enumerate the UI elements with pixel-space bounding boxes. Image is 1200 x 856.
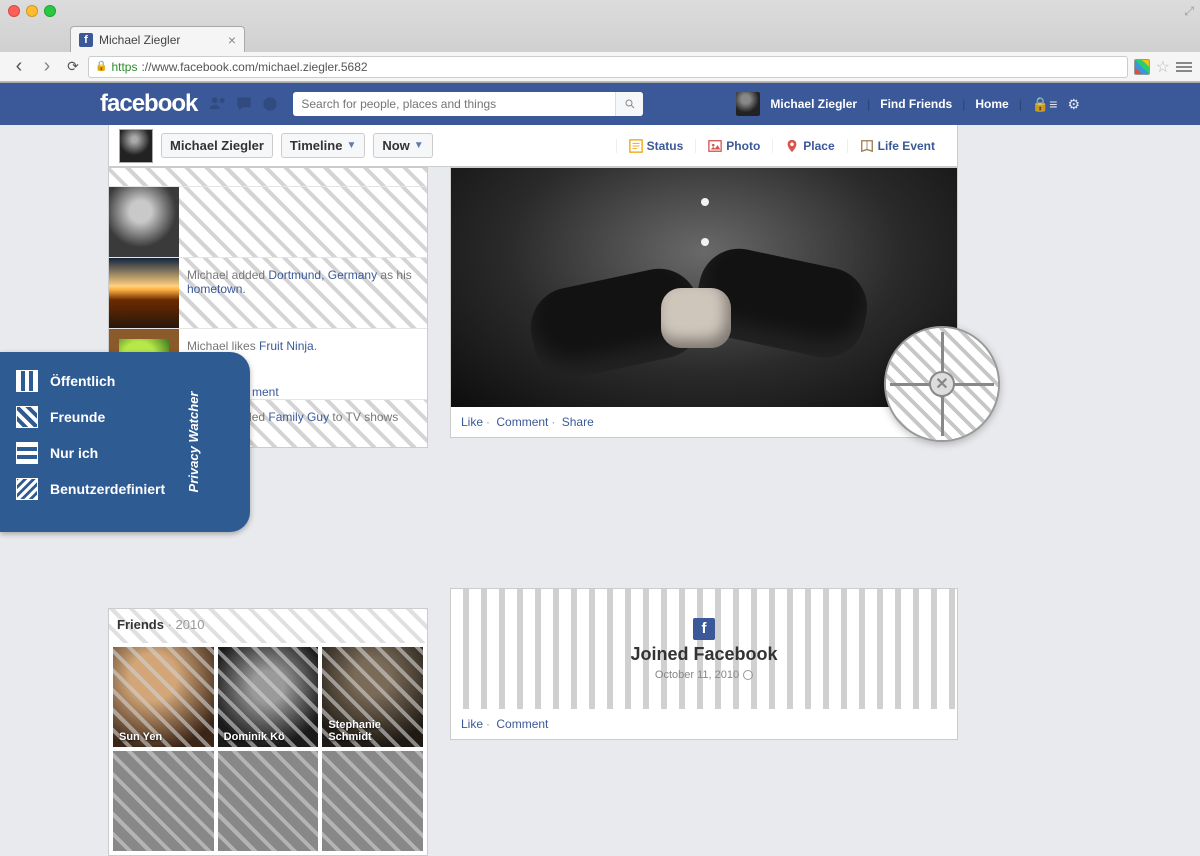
activity-header-stripes: [109, 168, 427, 186]
window-titlebar: ⤢: [0, 0, 1200, 22]
caret-down-icon: ▼: [346, 140, 356, 151]
header-nav: Michael Ziegler | Find Friends | Home | …: [736, 92, 1200, 116]
caret-down-icon: ▼: [414, 140, 424, 151]
story-thumb: [109, 187, 179, 257]
search-button[interactable]: [615, 92, 643, 116]
privacy-option-custom[interactable]: Benutzerdefiniert: [16, 478, 234, 500]
notifications-icon[interactable]: [260, 94, 280, 114]
story-thumb: [109, 258, 179, 328]
header-avatar[interactable]: [736, 92, 760, 116]
privacy-watcher-tab-label: Privacy Watcher: [186, 392, 201, 493]
composer-life-event[interactable]: Life Event: [847, 139, 947, 153]
story-text: Michael added Dortmund, Germany as his h…: [179, 258, 427, 328]
privacy-watcher-panel[interactable]: Öffentlich Freunde Nur ich Benutzerdefin…: [0, 352, 250, 532]
tab-title: Michael Ziegler: [99, 33, 180, 47]
like-link[interactable]: Like: [461, 415, 483, 429]
hidden-text-fragment: ment: [252, 385, 279, 399]
extension-fpw-icon[interactable]: [1134, 59, 1150, 75]
only-me-stripe-icon: [16, 442, 38, 464]
url-path: ://www.facebook.com/michael.ziegler.5682: [141, 60, 367, 74]
custom-stripe-icon: [16, 478, 38, 500]
privacy-option-public[interactable]: Öffentlich: [16, 370, 234, 392]
facebook-header: facebook Michael Ziegler | Find Friends …: [0, 83, 1200, 125]
bookmark-star-icon[interactable]: ☆: [1156, 57, 1170, 77]
comment-link[interactable]: Comment: [496, 415, 548, 429]
find-friends-link[interactable]: Find Friends: [880, 97, 952, 111]
profile-bar: Michael Ziegler Timeline▼ Now▼ Status Ph…: [108, 125, 958, 167]
lock-icon: 🔒: [95, 61, 107, 72]
window-zoom-icon[interactable]: [44, 5, 56, 17]
expand-icon[interactable]: ⤢: [1184, 4, 1194, 19]
cover-photo[interactable]: [451, 168, 957, 407]
activity-story-photo[interactable]: [109, 186, 427, 257]
facebook-logo[interactable]: facebook: [100, 90, 197, 118]
post-actions: Like· Comment: [451, 709, 957, 739]
reload-button-icon[interactable]: ⟳: [64, 58, 82, 75]
joined-facebook-card: f Joined Facebook October 11, 2010 Like·…: [450, 588, 958, 740]
tab-strip: f Michael Ziegler ×: [0, 22, 1200, 52]
profile-name-button[interactable]: Michael Ziegler: [161, 133, 273, 158]
tab-close-icon[interactable]: ×: [228, 32, 236, 48]
comment-link[interactable]: Comment: [496, 717, 548, 731]
facebook-square-icon: f: [693, 618, 715, 640]
friend-item[interactable]: [322, 751, 423, 851]
friend-item[interactable]: Sun Yen: [113, 647, 214, 747]
url-scheme: https: [111, 60, 137, 74]
friend-item[interactable]: Stephanie Schmidt: [322, 647, 423, 747]
composer-place[interactable]: Place: [772, 139, 846, 153]
privacy-option-only-me[interactable]: Nur ich: [16, 442, 234, 464]
joined-title: Joined Facebook: [630, 644, 777, 665]
timeline-dropdown[interactable]: Timeline▼: [281, 133, 365, 158]
globe-icon: [743, 670, 753, 680]
activity-story-hometown[interactable]: Michael added Dortmund, Germany as his h…: [109, 257, 427, 328]
facebook-favicon-icon: f: [79, 33, 93, 47]
browser-tab[interactable]: f Michael Ziegler ×: [70, 26, 245, 52]
chrome-menu-icon[interactable]: [1176, 62, 1192, 72]
home-link[interactable]: Home: [975, 97, 1008, 111]
friends-stripe-icon: [16, 406, 38, 428]
share-link[interactable]: Share: [562, 415, 594, 429]
post-actions: Like· Comment· Share: [451, 407, 957, 437]
cover-photo-card: Like· Comment· Share: [450, 167, 958, 438]
messages-icon[interactable]: [234, 94, 254, 114]
toolbar: ‹ › ⟳ 🔒 https ://www.facebook.com/michael…: [0, 52, 1200, 82]
joined-date: October 11, 2010: [655, 669, 753, 681]
header-profile-link[interactable]: Michael Ziegler: [770, 97, 857, 111]
privacy-crosshair-badge[interactable]: ✕: [884, 326, 1000, 442]
privacy-option-friends[interactable]: Freunde: [16, 406, 234, 428]
story-text: [179, 187, 427, 257]
friend-item[interactable]: [218, 751, 319, 851]
friends-grid: Sun Yen Dominik Kö Stephanie Schmidt: [109, 643, 427, 855]
now-dropdown[interactable]: Now▼: [373, 133, 432, 158]
friend-item[interactable]: [113, 751, 214, 851]
window-minimize-icon[interactable]: [26, 5, 38, 17]
composer-photo[interactable]: Photo: [695, 139, 772, 153]
privacy-shortcuts-icon[interactable]: 🔒≡: [1032, 96, 1058, 113]
friends-header[interactable]: Friends · 2010: [109, 609, 427, 643]
composer-status[interactable]: Status: [616, 139, 696, 153]
close-icon[interactable]: ✕: [929, 371, 955, 397]
address-bar[interactable]: 🔒 https ://www.facebook.com/michael.ziegl…: [88, 56, 1128, 78]
friends-box: Friends · 2010 Sun Yen Dominik Kö Stepha…: [108, 608, 428, 856]
composer: Status Photo Place Life Event: [616, 139, 947, 153]
profile-thumb[interactable]: [119, 129, 153, 163]
window-close-icon[interactable]: [8, 5, 20, 17]
like-link[interactable]: Like: [461, 717, 483, 731]
public-stripe-icon: [16, 370, 38, 392]
back-button-icon[interactable]: ‹: [8, 55, 30, 78]
settings-gear-icon[interactable]: ⚙: [1067, 96, 1080, 113]
browser-chrome: ⤢ f Michael Ziegler × ‹ › ⟳ 🔒 https ://ww…: [0, 0, 1200, 83]
friend-requests-icon[interactable]: [208, 94, 228, 114]
joined-content: f Joined Facebook October 11, 2010: [451, 589, 957, 709]
header-search: [293, 92, 643, 116]
friend-item[interactable]: Dominik Kö: [218, 647, 319, 747]
search-input[interactable]: [293, 97, 615, 111]
forward-button-icon[interactable]: ›: [36, 55, 58, 78]
